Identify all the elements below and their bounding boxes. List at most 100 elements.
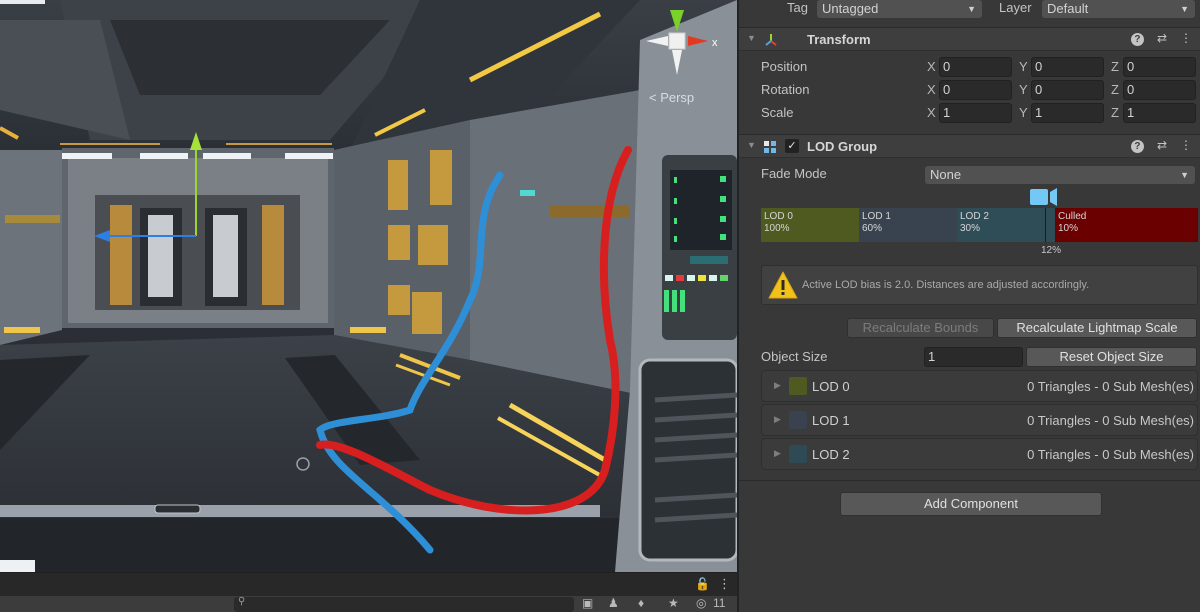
lod-segment-2[interactable]: LOD 2 30% xyxy=(957,208,1055,242)
tag-icon[interactable]: ♦ xyxy=(638,596,644,610)
axis-x-label[interactable]: X xyxy=(927,59,936,74)
axis-x-label[interactable]: X xyxy=(927,82,936,97)
lod-row-name: LOD 0 xyxy=(812,379,850,394)
visibility-toggle-icon[interactable]: ◎ xyxy=(696,596,706,610)
layer-label: Layer xyxy=(999,0,1032,15)
lod-color-swatch xyxy=(789,411,807,429)
foldout-arrow-icon[interactable]: ▶ xyxy=(774,448,781,459)
fade-mode-label: Fade Mode xyxy=(761,166,827,181)
gizmo-neg-z-axis[interactable] xyxy=(672,50,682,75)
lod-segment-percent: 10% xyxy=(1058,223,1079,234)
transform-icon xyxy=(765,34,777,46)
axis-y-label[interactable]: Y xyxy=(1019,105,1028,120)
axis-z-label[interactable]: Z xyxy=(1111,105,1119,120)
lod-row-name: LOD 2 xyxy=(812,447,850,462)
lod-row-2[interactable]: ▶ LOD 2 0 Triangles - 0 Sub Mesh(es) xyxy=(761,438,1198,470)
transform-header[interactable]: ▼ Transform ? ⇄ ⋮ xyxy=(739,27,1200,51)
gizmo-x-axis[interactable] xyxy=(688,36,708,46)
kebab-menu-icon[interactable]: ⋮ xyxy=(718,576,731,592)
position-z-field[interactable]: 0 xyxy=(1123,57,1196,77)
axis-y-label[interactable]: Y xyxy=(1019,82,1028,97)
axis-z-label[interactable]: Z xyxy=(1111,59,1119,74)
lod-group-header[interactable]: ▼ ✓ LOD Group ? ⇄ ⋮ xyxy=(739,134,1200,158)
foldout-arrow-icon[interactable]: ▶ xyxy=(774,414,781,425)
presets-icon[interactable]: ⇄ xyxy=(1157,138,1167,153)
position-y-field[interactable]: 0 xyxy=(1031,57,1104,77)
lod-row-1[interactable]: ▶ LOD 1 0 Triangles - 0 Sub Mesh(es) xyxy=(761,404,1198,436)
lod-segment-0[interactable]: LOD 0 100% xyxy=(761,208,859,242)
recalculate-bounds-button[interactable]: Recalculate Bounds xyxy=(847,318,994,338)
object-size-field[interactable]: 1 xyxy=(924,347,1023,367)
lock-icon[interactable]: 🔓 xyxy=(695,577,710,591)
lod-segment-percent: 100% xyxy=(764,223,790,234)
position-label: Position xyxy=(761,59,808,74)
kebab-menu-icon[interactable]: ⋮ xyxy=(1180,138,1192,153)
kebab-menu-icon[interactable]: ⋮ xyxy=(1180,31,1192,46)
scene-view[interactable]: x < Persp xyxy=(0,0,737,572)
fade-mode-dropdown[interactable]: None ▼ xyxy=(925,166,1195,184)
layer-dropdown[interactable]: Default ▼ xyxy=(1042,0,1195,18)
lod-bias-warning: Active LOD bias is 2.0. Distances are ad… xyxy=(761,265,1198,305)
camera-position-line xyxy=(1045,208,1046,242)
view-mode-toggle[interactable]: < Persp xyxy=(649,90,694,105)
foldout-arrow-icon[interactable]: ▼ xyxy=(747,140,756,150)
search-input[interactable]: ⚲ xyxy=(234,596,574,612)
axis-x-label[interactable]: X xyxy=(927,105,936,120)
hidden-count: 11 xyxy=(713,596,726,610)
position-x-field[interactable]: 0 xyxy=(939,57,1012,77)
axis-y-label[interactable]: Y xyxy=(1019,59,1028,74)
lod-segment-culled[interactable]: Culled 10% xyxy=(1055,208,1198,242)
add-component-button[interactable]: Add Component xyxy=(840,492,1102,516)
lod-row-0[interactable]: ▶ LOD 0 0 Triangles - 0 Sub Mesh(es) xyxy=(761,370,1198,402)
lod-group-enabled-checkbox[interactable]: ✓ xyxy=(785,139,799,153)
hierarchy-toolbar: ⚲ ▣ ♟ ♦ ★ ◎ 11 xyxy=(0,596,737,612)
component-divider xyxy=(739,480,1200,481)
warning-icon xyxy=(768,271,798,299)
orientation-gizmo[interactable]: x xyxy=(640,0,730,80)
layer-value: Default xyxy=(1047,1,1089,16)
gizmo-y-axis[interactable] xyxy=(670,10,684,32)
rotation-x-field[interactable]: 0 xyxy=(939,80,1012,100)
scale-z-field[interactable]: 1 xyxy=(1123,103,1196,123)
lod-color-swatch xyxy=(789,445,807,463)
lod-segment-percent: 30% xyxy=(960,223,981,234)
lod-row-info: 0 Triangles - 0 Sub Mesh(es) xyxy=(1027,413,1194,428)
fade-mode-value: None xyxy=(930,167,962,182)
gizmo-neg-x-axis[interactable] xyxy=(646,36,668,46)
gizmo-x-label: x xyxy=(712,37,718,49)
favorite-icon[interactable]: ★ xyxy=(668,596,679,610)
scale-y-field[interactable]: 1 xyxy=(1031,103,1104,123)
lod-segment-percent: 60% xyxy=(862,223,883,234)
rotation-y-field[interactable]: 0 xyxy=(1031,80,1104,100)
object-size-label: Object Size xyxy=(761,349,828,364)
lod-segment-name: LOD 2 xyxy=(960,211,989,222)
lod-segment-name: LOD 0 xyxy=(764,211,793,222)
recalculate-lightmap-scale-button[interactable]: Recalculate Lightmap Scale xyxy=(997,318,1197,338)
tag-label: Tag xyxy=(787,0,808,15)
help-icon[interactable]: ? xyxy=(1130,140,1144,153)
scene-render xyxy=(0,0,737,572)
lod-segment-1[interactable]: LOD 1 60% xyxy=(859,208,957,242)
foldout-arrow-icon[interactable]: ▶ xyxy=(774,380,781,391)
help-icon[interactable]: ? xyxy=(1130,33,1144,46)
scene-visibility-icon[interactable]: ▣ xyxy=(582,596,593,610)
gizmo-center[interactable] xyxy=(668,32,686,50)
search-icon: ⚲ xyxy=(238,596,246,607)
scale-x-field[interactable]: 1 xyxy=(939,103,1012,123)
lod-segment-name: LOD 1 xyxy=(862,211,891,222)
lod-row-info: 0 Triangles - 0 Sub Mesh(es) xyxy=(1027,447,1194,462)
warning-text: Active LOD bias is 2.0. Distances are ad… xyxy=(802,279,1090,291)
reset-object-size-button[interactable]: Reset Object Size xyxy=(1026,347,1197,367)
lod-group-title: LOD Group xyxy=(807,139,878,154)
foldout-arrow-icon[interactable]: ▼ xyxy=(747,33,756,43)
lod-camera-icon[interactable] xyxy=(1030,188,1060,206)
presets-icon[interactable]: ⇄ xyxy=(1157,31,1167,46)
rotation-z-field[interactable]: 0 xyxy=(1123,80,1196,100)
axis-z-label[interactable]: Z xyxy=(1111,82,1119,97)
tag-dropdown[interactable]: Untagged ▼ xyxy=(817,0,982,18)
scene-footer-bar: 🔓 ⋮ xyxy=(0,572,737,596)
camera-percent-label: 12% xyxy=(1041,245,1062,256)
chevron-down-icon: ▼ xyxy=(1180,4,1189,14)
lod-bar[interactable]: LOD 0 100% LOD 1 60% LOD 2 30% Culled 10… xyxy=(761,208,1198,242)
hierarchy-filter-icon[interactable]: ♟ xyxy=(608,596,619,610)
